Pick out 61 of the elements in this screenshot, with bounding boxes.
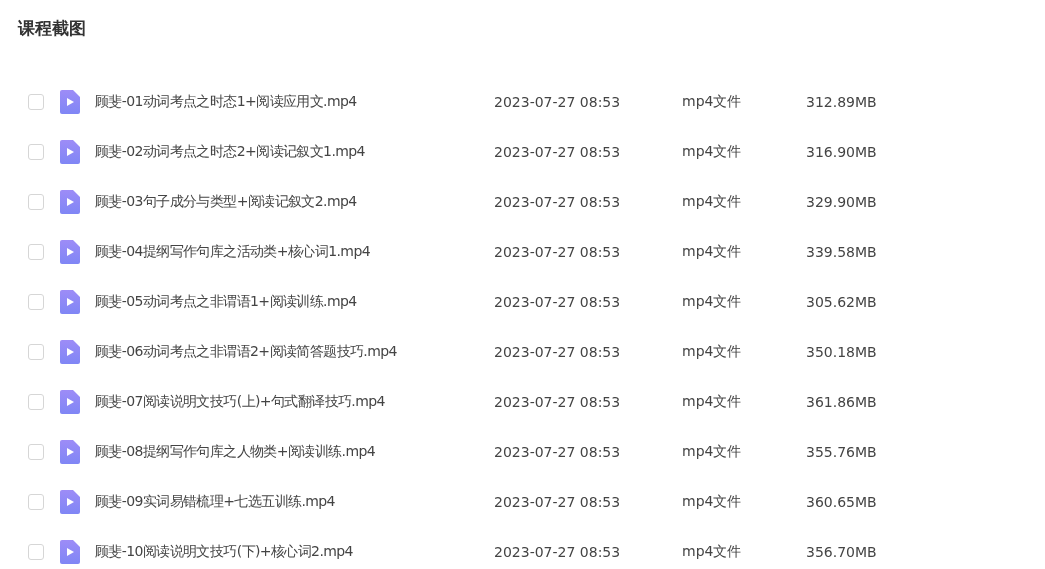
file-type: mp4文件 <box>682 393 743 411</box>
file-type: mp4文件 <box>682 543 743 561</box>
file-name[interactable]: 顾斐-06动词考点之非谓语2+阅读简答题技巧.mp4 <box>95 343 494 361</box>
checkbox[interactable] <box>28 444 44 460</box>
file-size: 355.76MB <box>806 444 877 460</box>
video-file-icon <box>60 340 80 364</box>
file-name[interactable]: 顾斐-08提纲写作句库之人物类+阅读训练.mp4 <box>95 443 494 461</box>
video-file-icon <box>60 90 80 114</box>
file-date: 2023-07-27 08:53 <box>494 294 622 310</box>
file-date: 2023-07-27 08:53 <box>494 144 622 160</box>
file-date: 2023-07-27 08:53 <box>494 444 622 460</box>
file-size: 312.89MB <box>806 94 877 110</box>
file-name[interactable]: 顾斐-04提纲写作句库之活动类+核心词1.mp4 <box>95 243 494 261</box>
video-file-icon <box>60 240 80 264</box>
checkbox[interactable] <box>28 94 44 110</box>
file-type: mp4文件 <box>682 193 743 211</box>
video-file-icon <box>60 140 80 164</box>
file-name[interactable]: 顾斐-05动词考点之非谓语1+阅读训练.mp4 <box>95 293 494 311</box>
file-size: 305.62MB <box>806 294 877 310</box>
file-type: mp4文件 <box>682 143 743 161</box>
file-size: 361.86MB <box>806 394 877 410</box>
file-type: mp4文件 <box>682 243 743 261</box>
file-name[interactable]: 顾斐-01动词考点之时态1+阅读应用文.mp4 <box>95 93 494 111</box>
checkbox[interactable] <box>28 144 44 160</box>
file-size: 316.90MB <box>806 144 877 160</box>
file-date: 2023-07-27 08:53 <box>494 494 622 510</box>
file-type: mp4文件 <box>682 293 743 311</box>
file-date: 2023-07-27 08:53 <box>494 244 622 260</box>
video-file-icon <box>60 390 80 414</box>
file-size: 339.58MB <box>806 244 877 260</box>
video-file-icon <box>60 290 80 314</box>
checkbox[interactable] <box>28 194 44 210</box>
section-title: 课程截图 <box>18 17 87 40</box>
checkbox[interactable] <box>28 494 44 510</box>
file-type: mp4文件 <box>682 493 743 511</box>
file-name[interactable]: 顾斐-03句子成分与类型+阅读记叙文2.mp4 <box>95 193 494 211</box>
video-file-icon <box>60 440 80 464</box>
checkbox[interactable] <box>28 294 44 310</box>
checkbox[interactable] <box>28 394 44 410</box>
file-type: mp4文件 <box>682 443 743 461</box>
checkbox[interactable] <box>28 544 44 560</box>
video-file-icon <box>60 490 80 514</box>
file-date: 2023-07-27 08:53 <box>494 544 622 560</box>
file-size: 329.90MB <box>806 194 877 210</box>
video-file-icon <box>60 190 80 214</box>
video-file-icon <box>60 540 80 564</box>
file-name[interactable]: 顾斐-10阅读说明文技巧(下)+核心词2.mp4 <box>95 543 494 561</box>
file-size: 350.18MB <box>806 344 877 360</box>
file-size: 356.70MB <box>806 544 877 560</box>
file-type: mp4文件 <box>682 93 743 111</box>
file-date: 2023-07-27 08:53 <box>494 194 622 210</box>
checkbox[interactable] <box>28 344 44 360</box>
file-date: 2023-07-27 08:53 <box>494 94 622 110</box>
file-date: 2023-07-27 08:53 <box>494 394 622 410</box>
file-name[interactable]: 顾斐-02动词考点之时态2+阅读记叙文1.mp4 <box>95 143 494 161</box>
checkbox[interactable] <box>28 244 44 260</box>
file-name[interactable]: 顾斐-09实词易错梳理+七选五训练.mp4 <box>95 493 494 511</box>
file-name[interactable]: 顾斐-07阅读说明文技巧(上)+句式翻译技巧.mp4 <box>95 393 494 411</box>
file-date: 2023-07-27 08:53 <box>494 344 622 360</box>
file-type: mp4文件 <box>682 343 743 361</box>
file-size: 360.65MB <box>806 494 877 510</box>
